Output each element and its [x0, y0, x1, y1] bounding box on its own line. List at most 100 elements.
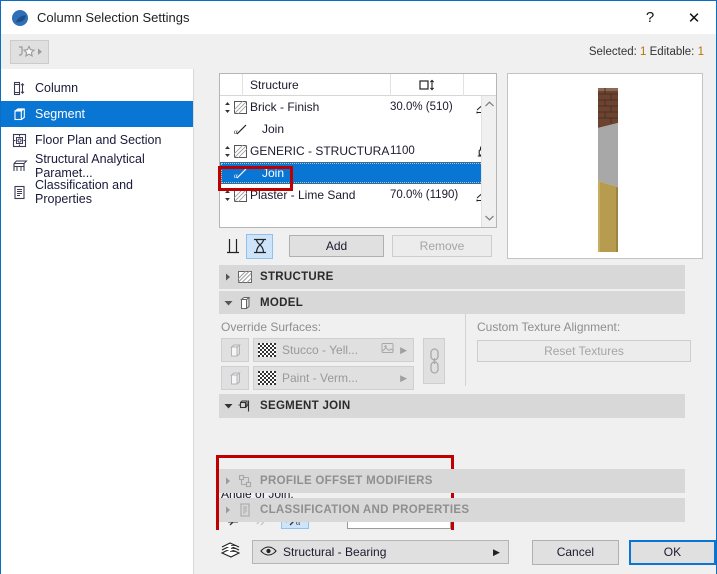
surface-swatch-1 [258, 343, 276, 357]
surface-arrow-1: ▶ [400, 344, 407, 355]
hatch-icon [237, 269, 253, 285]
sidebar-item-label: Column [35, 81, 79, 95]
row-name: Brick - Finish [250, 100, 320, 114]
section-segment-join[interactable]: SEGMENT JOIN [219, 394, 685, 418]
chevron-down-icon[interactable] [219, 402, 237, 410]
join-angle-icon: α [234, 123, 247, 136]
sidebar-item-label: Floor Plan and Section [35, 133, 162, 147]
chevron-right-icon[interactable] [219, 273, 237, 281]
sidebar: Column Segment Floor Plan and Section St… [1, 69, 194, 574]
sidebar-item-classification-and-properties[interactable]: Classification and Properties [1, 178, 193, 206]
dialog-window: Column Selection Settings ? ✕ Selected: … [0, 0, 717, 574]
table-row[interactable]: Brick - Finish 30.0% (510) [220, 96, 496, 118]
reorder-handle-icon[interactable] [220, 189, 234, 202]
svg-text:α: α [234, 172, 238, 180]
column-icon [11, 80, 28, 97]
row-name: Join [262, 166, 285, 180]
layer-name: Structural - Bearing [283, 545, 387, 559]
status-editable-count: 1 [697, 45, 704, 58]
section-classification-and-properties[interactable]: CLASSIFICATION AND PROPERTIES [219, 498, 685, 522]
surface-name-1: Stucco - Yell... [282, 343, 359, 357]
header-structure-col: Structure [243, 73, 391, 96]
column-tapered-icon[interactable] [246, 233, 273, 259]
list-scrollbar[interactable] [481, 96, 496, 227]
chevron-right-icon[interactable] [219, 477, 237, 485]
surface-arrow-2: ▶ [400, 372, 407, 383]
surface-swatch-2 [258, 371, 276, 385]
section-model[interactable]: MODEL [219, 291, 685, 315]
floor-plan-icon [11, 132, 28, 149]
window-title: Column Selection Settings [37, 10, 190, 25]
profile-offset-icon [237, 473, 253, 489]
image-picker-icon [381, 342, 395, 358]
surface-row-2: Paint - Verm... ▶ [221, 366, 414, 390]
column-3d-preview[interactable] [507, 73, 703, 259]
row-name: Plaster - Lime Sand [250, 188, 356, 202]
layer-selector[interactable]: Structural - Bearing ▶ [252, 540, 509, 564]
layers-stack-icon[interactable] [219, 541, 243, 564]
model-box-icon [237, 295, 253, 311]
column-straight-icon[interactable] [219, 234, 246, 259]
table-row[interactable]: GENERIC - STRUCTURAL 1100 [220, 140, 496, 162]
chevron-down-icon[interactable] [484, 211, 495, 225]
add-button[interactable]: Add [289, 235, 384, 257]
chevron-right-icon[interactable] [219, 506, 237, 514]
header-order-col [220, 73, 243, 96]
ok-button[interactable]: OK [628, 539, 716, 565]
status-selected-count: 1 [640, 45, 647, 58]
row-name: Join [262, 122, 285, 136]
sidebar-item-label: Classification and Properties [35, 178, 133, 206]
override-surfaces-label: Override Surfaces: [221, 320, 322, 334]
sidebar-item-structural-analytical-parameters[interactable]: Structural Analytical Paramet... [1, 152, 193, 180]
reorder-handle-icon[interactable] [220, 145, 234, 158]
sidebar-item-label: Segment [35, 107, 86, 121]
title-bar: Column Selection Settings ? ✕ [1, 1, 716, 34]
section-label: MODEL [260, 297, 304, 309]
reorder-handle-icon[interactable] [220, 101, 234, 114]
chevron-down-icon[interactable] [219, 299, 237, 307]
status-selected-label: Selected: [588, 45, 637, 58]
surface-name-2: Paint - Verm... [282, 371, 359, 385]
structure-list-toolbar: Add Remove [219, 233, 497, 259]
close-button[interactable]: ✕ [672, 2, 716, 34]
favorites-button[interactable] [10, 39, 49, 64]
chevron-up-icon[interactable] [484, 98, 495, 112]
favorites-star-icon [18, 44, 42, 57]
hatch-icon [233, 100, 248, 114]
sidebar-item-segment[interactable]: Segment [1, 101, 193, 127]
cancel-button[interactable]: Cancel [531, 539, 619, 565]
reset-textures-button: Reset Textures [477, 340, 691, 362]
selection-status: Selected: 1 Editable: 1 [589, 46, 704, 58]
structure-list[interactable]: Structure Brick - Finish 30.0% (510) α J… [219, 73, 497, 228]
archicad-sphere-icon [11, 9, 29, 27]
section-structure[interactable]: STRUCTURE [219, 265, 685, 289]
content-pane: Structure Brick - Finish 30.0% (510) α J… [194, 69, 716, 574]
thickness-icon [391, 73, 464, 96]
table-row[interactable]: α Join [220, 162, 496, 184]
section-label: SEGMENT JOIN [260, 400, 351, 412]
status-editable-label: Editable: [649, 45, 695, 58]
row-value: 30.0% (510) [390, 101, 453, 113]
layer-dropdown-arrow[interactable]: ▶ [493, 547, 500, 558]
header-extra-col [464, 74, 496, 96]
segment-join-icon [237, 398, 253, 414]
sidebar-item-floor-plan-and-section[interactable]: Floor Plan and Section [1, 127, 193, 153]
table-row[interactable]: α Join [220, 118, 496, 140]
section-profile-offset-modifiers[interactable]: PROFILE OFFSET MODIFIERS [219, 469, 685, 493]
table-row[interactable]: Plaster - Lime Sand 70.0% (1190) [220, 184, 496, 206]
row-value: 1100 [390, 145, 415, 157]
help-button[interactable]: ? [628, 2, 672, 34]
surface-row-1: Stucco - Yell... ▶ [221, 338, 414, 362]
toolbar-strip: Selected: 1 Editable: 1 [1, 34, 716, 69]
model-section-body: Override Surfaces: Stucco - Yell... ▶ Pa… [219, 314, 691, 392]
svg-text:α: α [234, 128, 238, 136]
sidebar-item-label: Structural Analytical Paramet... [35, 152, 145, 180]
chain-link-icon [423, 338, 445, 384]
surface-cube-icon-2 [221, 366, 249, 390]
hatch-icon [233, 188, 248, 202]
custom-texture-alignment-label: Custom Texture Alignment: [477, 320, 621, 334]
section-label: CLASSIFICATION AND PROPERTIES [260, 504, 470, 516]
sidebar-item-column[interactable]: Column [1, 75, 193, 101]
row-name: GENERIC - STRUCTURAL [250, 144, 390, 158]
classification-icon [237, 502, 253, 518]
